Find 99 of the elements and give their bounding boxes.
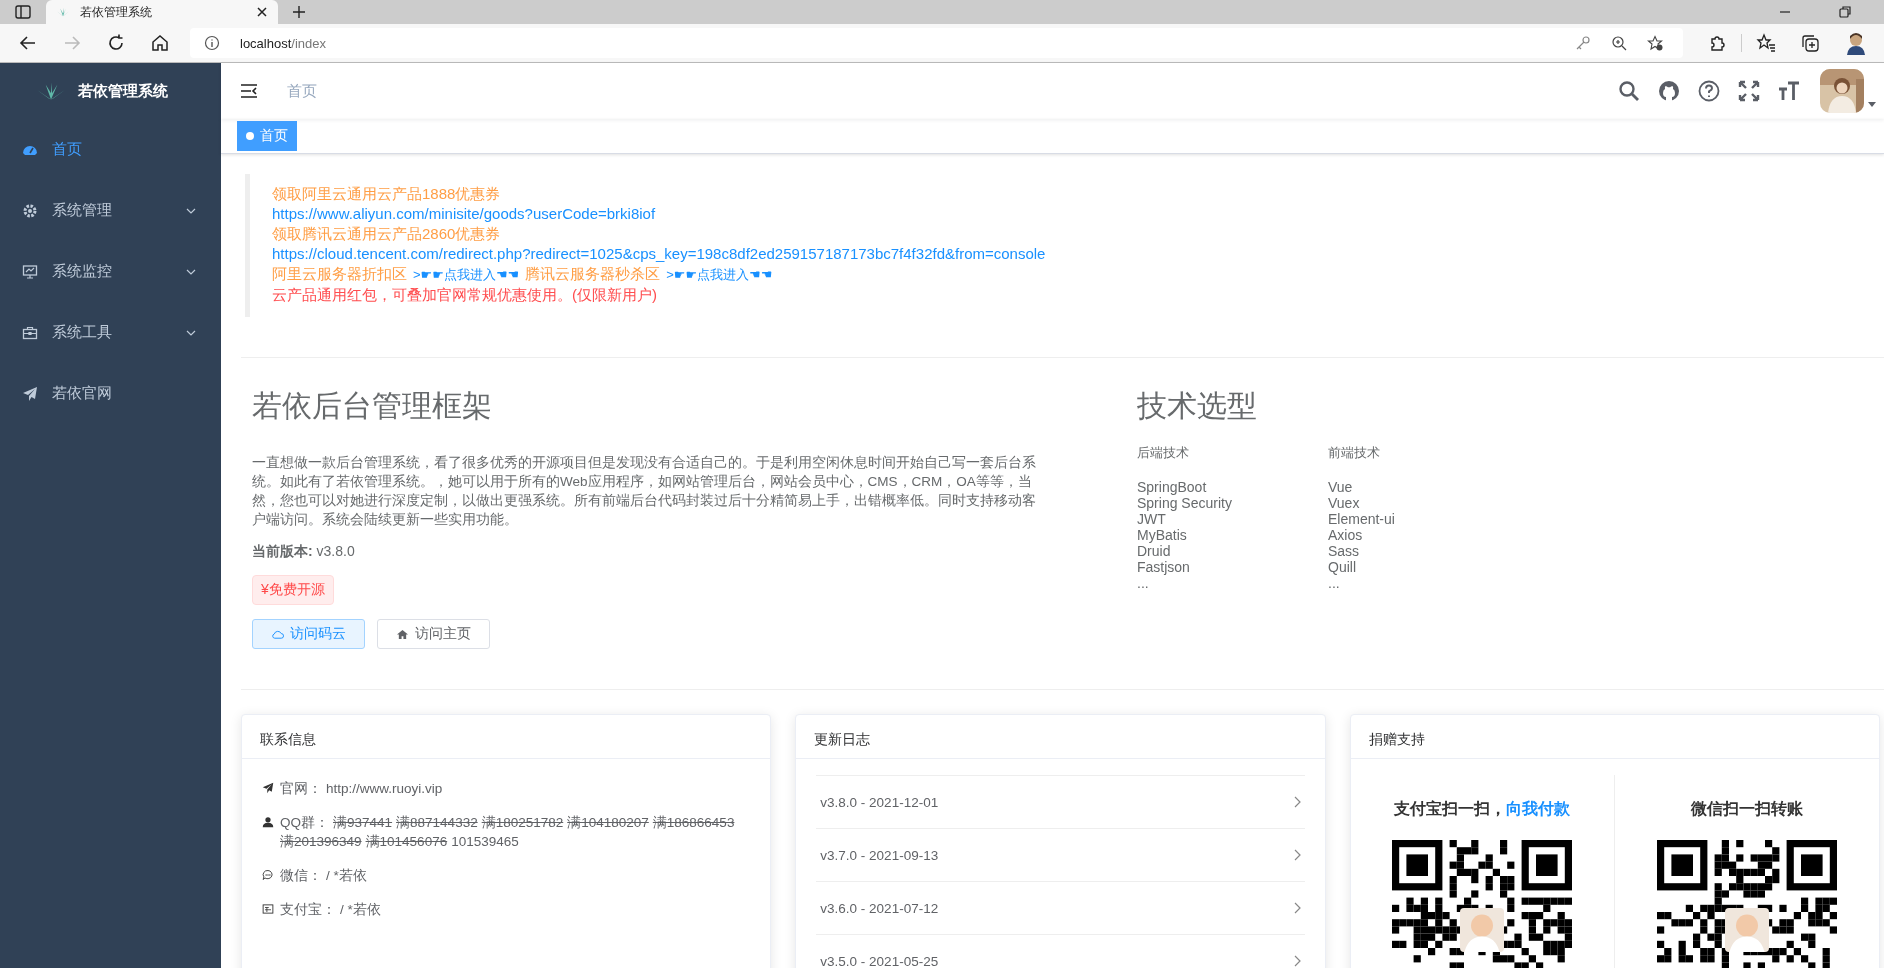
fullscreen-icon[interactable] [1738,80,1760,102]
changelog-item[interactable]: v3.6.0 - 2021-07-12 [816,881,1305,934]
tech-item: Vue [1328,479,1354,495]
promo-text: 阿里云服务器折扣区 [272,264,407,284]
column-heading: 后端技术 [1137,445,1190,461]
home-icon [396,628,409,640]
promo-link[interactable]: https://cloud.tencent.com/redirect.php?redirect=1025&cps_key=198c8df2ed259157187173bc7f4f32fd&from=console [272,244,1046,264]
sidebar-item[interactable]: 首页 [0,119,221,180]
sidebar-item[interactable]: 系统监控 [0,241,221,302]
tech-item: JWT [1137,511,1167,527]
tech-item: Element-ui [1328,511,1396,527]
sidebar-item[interactable]: 系统工具 [0,302,221,363]
donate-text: 支付宝扫一扫，向我付款 [1394,799,1571,819]
cloud-icon [271,628,284,640]
menu-fold-icon[interactable] [239,81,259,101]
favorites-icon[interactable] [1756,33,1776,53]
card-title: 更新日志 [796,715,1325,759]
add-favorite-icon[interactable] [1647,35,1663,51]
search-icon[interactable] [1618,80,1640,102]
chat-icon [262,869,274,881]
toolbox-icon [22,324,38,341]
notice-text: 云产品通用红包，可叠加官网常规优惠使用。(仅限新用户) [272,285,657,305]
sidebar-item[interactable]: 若依官网 [0,363,221,424]
tech-item: Quill [1328,559,1357,575]
collections-icon[interactable] [1800,33,1820,53]
qq-group-number: 满937441 [333,814,393,832]
user-icon [262,816,274,828]
key-icon[interactable] [1575,35,1591,51]
qq-group-number: 满101456076 [365,833,448,851]
chevron-right-icon [1292,955,1301,967]
profile-avatar-icon[interactable] [1844,31,1868,55]
license-tag: ¥免费开源 [252,575,334,605]
refresh-icon[interactable] [106,33,126,53]
tech-item: Sass [1328,543,1361,559]
card-title: 联系信息 [242,715,771,759]
intro-paragraph: 一直想做一款后台管理系统，看了很多优秀的开源项目但是发现没有合适自己的。于是利用空闲休息时间开始自己写一套后台系统。如此有了若依管理系统。，她可以用于所有的Web应用程序，如网站管理后台，网站会员中心，CMS，CRM，OA等等，当然，您也可以对她进行深度定制，以做出更强系统。所有前端后台代码封装过后十分精简易上手，出错概率低。同时支持移动客户端访问。系统会陆续更新一些实用功能。 [252,454,1037,529]
tech-item: Druid [1137,543,1172,559]
tech-item: Axios [1328,527,1364,543]
version-label: 当前版本: [252,543,313,559]
browser-tab[interactable]: 若依管理系统 [46,0,278,24]
settings-icon [22,202,38,219]
tech-item: Fastjson [1137,559,1191,575]
promo-link[interactable]: >☛☛点我进入☚☚ [666,265,773,285]
section-title: 技术选型 [1137,388,1258,424]
contact-label: 微信： [280,867,322,885]
tech-item: SpringBoot [1137,479,1208,495]
promo-text: 领取阿里云通用云产品1888优惠券 [272,184,501,204]
address-field[interactable]: localhost/index [190,28,1683,58]
caret-icon[interactable] [1868,102,1876,107]
chevron-right-icon [1292,849,1301,861]
wallet-icon [262,903,274,915]
tech-item: Vuex [1328,495,1361,511]
home-icon[interactable] [150,33,170,53]
column-heading: 前端技术 [1328,445,1381,461]
section-title: 若依后台管理框架 [252,388,493,424]
send-icon [262,782,274,794]
promo-text: 腾讯云服务器秒杀区 [525,264,661,284]
sidebar-item[interactable]: 系统管理 [0,180,221,241]
tab-actions-icon[interactable] [14,3,32,21]
card-title: 捐赠支持 [1350,715,1879,759]
qq-group-number: 满887144332 [396,814,478,832]
close-icon[interactable] [256,6,268,18]
qq-group-number: 101539465 [451,833,519,851]
contact-value: http://www.ruoyi.vip [326,780,443,798]
send-icon [22,385,38,402]
font-size-icon[interactable] [1778,80,1800,102]
changelog-item[interactable]: v3.5.0 - 2021-05-25 [816,934,1305,968]
tech-item: ... [1328,575,1341,591]
contact-label: 支付宝： [280,901,336,919]
qq-group-number: 满180251782 [481,814,564,832]
app-title: 若依管理系统 [77,81,168,101]
contact-label: 官网： [280,780,322,798]
new-tab-icon[interactable] [292,5,306,19]
tech-item: ... [1137,575,1150,591]
info-icon [204,35,220,51]
contact-label: QQ群： [280,814,329,832]
contact-value: / *若依 [326,867,367,885]
version-text: v3.8.0 [316,543,355,559]
monitor-icon [22,263,38,280]
zoom-in-icon[interactable] [1611,35,1627,51]
tech-item: Spring Security [1137,495,1233,511]
changelog-item[interactable]: v3.8.0 - 2021-12-01 [816,775,1305,828]
promo-link[interactable]: https://www.aliyun.com/minisite/goods?userCode=brki8iof [272,204,656,224]
breadcrumb: 首页 [287,81,317,101]
chevron-right-icon [1292,796,1301,808]
qq-group-number: 满104180207 [567,814,649,832]
github-icon[interactable] [1658,80,1680,102]
promo-text: 领取腾讯云通用云产品2860优惠券 [272,224,501,244]
promo-link[interactable]: >☛☛点我进入☚☚ [413,265,520,285]
tech-item: MyBatis [1137,527,1188,543]
donate-text: 微信扫一扫转账 [1691,799,1804,819]
homepage-button[interactable]: 访问主页 [377,619,490,649]
contact-value: / *若依 [340,901,381,919]
restore-icon[interactable] [1838,5,1852,19]
qq-group-number: 满201396349 [280,833,362,851]
qq-group-number: 满186866453 [652,814,735,832]
changelog-item[interactable]: v3.7.0 - 2021-09-13 [816,828,1305,881]
help-icon[interactable] [1698,80,1720,102]
chevron-right-icon [1292,902,1301,914]
